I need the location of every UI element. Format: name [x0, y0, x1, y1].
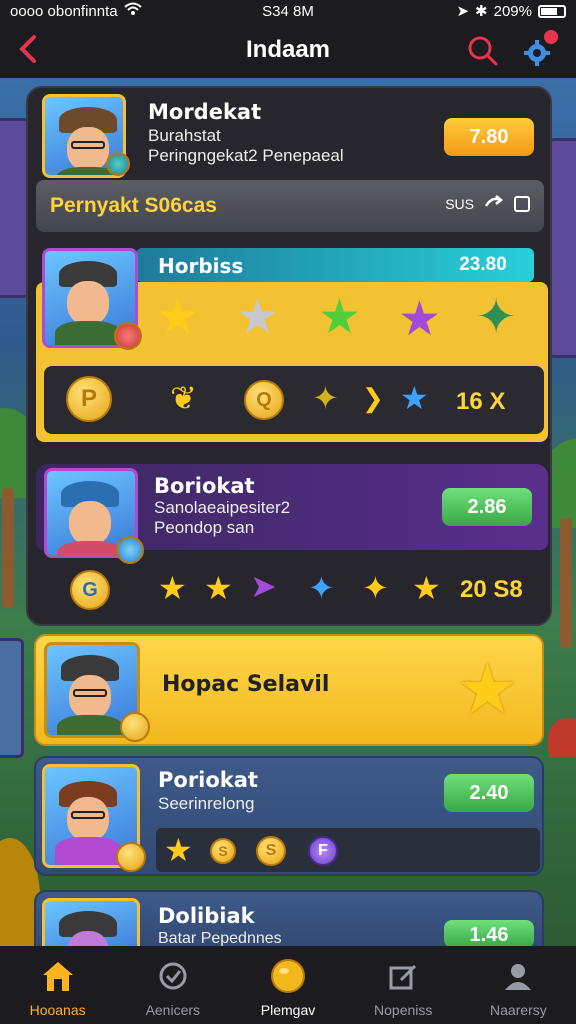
- edit-icon: [385, 958, 421, 994]
- item-subtitle: Sanolaeaipesiter2: [154, 498, 291, 517]
- item-count: 16 X: [456, 388, 506, 415]
- search-button[interactable]: [466, 34, 500, 68]
- buy-button[interactable]: 2.86: [442, 488, 532, 526]
- list-item[interactable]: Hopac Selavil ★: [34, 634, 544, 746]
- item-count: 20 S8: [460, 576, 523, 603]
- item-name: Boriokat: [154, 474, 255, 498]
- item-subtitle: Batar Pepednnes: [158, 930, 282, 946]
- purple-star-icon: ★: [398, 293, 442, 346]
- gold-star-icon: ★: [204, 570, 233, 606]
- creature-icon: ✦: [476, 291, 517, 344]
- item-subtitle: Burahstat: [148, 126, 221, 145]
- purple-arrow-icon: ➤: [250, 568, 277, 604]
- item-description: Peringngekat2 Penepaeal: [148, 146, 344, 165]
- list-item[interactable]: Boriokat Sanolaeaipesiter2 Peondop san 2…: [36, 464, 548, 622]
- location-icon: ➤: [456, 3, 470, 20]
- item-name: Mordekat: [148, 100, 262, 124]
- price-label: 23.80: [459, 254, 507, 275]
- item-subtitle: Seerinrelong: [158, 794, 255, 813]
- leaf-icon: ❯: [362, 383, 384, 413]
- item-name: Horbiss: [158, 254, 244, 278]
- bluetooth-icon: ✱: [475, 3, 488, 20]
- gold-star-icon: ★: [164, 832, 193, 868]
- item-name: Hopac Selavil: [162, 672, 330, 697]
- nav-label: Nopeniss: [374, 1002, 433, 1018]
- nav-achievements[interactable]: Aenicers: [115, 946, 230, 1024]
- nav-notes[interactable]: Nopeniss: [346, 946, 461, 1024]
- nav-label: Hooanas: [29, 1002, 86, 1018]
- silver-star-icon: ★: [236, 291, 280, 344]
- page-title: Indaam: [245, 36, 331, 63]
- level-badge-icon: [106, 152, 130, 176]
- battery-icon: [538, 4, 566, 18]
- coin-icon: P: [66, 376, 112, 422]
- home-icon: [40, 958, 76, 994]
- list-item[interactable]: Dolibiak Batar Pepednnes 1.46: [34, 890, 544, 946]
- coin-icon: S: [210, 838, 236, 864]
- buy-button[interactable]: 7.80: [444, 118, 534, 156]
- battery-percent: 209%: [493, 2, 532, 20]
- status-bar: oooo obonfinnta S34 8M ➤ ✱ 209%: [0, 0, 576, 22]
- badge-icon: [155, 958, 191, 994]
- nav-label: Naarersy: [490, 1002, 547, 1018]
- gold-star-icon: ★: [412, 570, 441, 606]
- box-icon[interactable]: [514, 195, 530, 212]
- item-name: Poriokat: [158, 768, 258, 792]
- chevron-left-icon: [19, 35, 36, 63]
- buy-button[interactable]: 1.46: [444, 920, 534, 946]
- app-header: Indaam: [0, 22, 576, 78]
- buy-button[interactable]: 2.40: [444, 774, 534, 812]
- nav-label: Plemgav: [260, 1002, 316, 1018]
- coin-icon: Q: [244, 380, 284, 420]
- search-icon: [468, 36, 498, 66]
- gold-star-icon: ✦: [362, 570, 389, 606]
- avatar: [42, 898, 140, 946]
- section-bar[interactable]: Pernyakt S06cas SUS: [36, 180, 544, 232]
- nav-home[interactable]: Hooanas: [0, 946, 115, 1024]
- coin-icon: G: [70, 570, 110, 610]
- item-description: Peondop san: [154, 518, 255, 537]
- profile-icon: [500, 958, 536, 994]
- leaf-icon: ❦: [170, 380, 197, 416]
- section-label: Pernyakt S06cas: [50, 194, 217, 217]
- section-controls: SUS: [445, 194, 530, 213]
- nav-profile[interactable]: Naarersy: [461, 946, 576, 1024]
- nav-label: Aenicers: [145, 1002, 201, 1018]
- carrier-label: oooo obonfinnta: [10, 2, 118, 20]
- gold-star-icon: ★: [158, 570, 187, 606]
- list-item[interactable]: Poriokat Seerinrelong 2.40 ★ S S F: [34, 756, 544, 876]
- leaf-icon: ✦: [312, 380, 339, 416]
- gold-star-icon: ★: [456, 650, 519, 728]
- green-star-icon: ★: [318, 291, 362, 344]
- level-badge-icon: [114, 322, 142, 350]
- gold-star-icon: ★: [156, 291, 200, 344]
- blue-star-icon: ✦: [308, 570, 335, 606]
- blue-star-icon: ★: [400, 380, 429, 416]
- coin-icon: [270, 958, 306, 994]
- gem-icon: F: [308, 836, 338, 866]
- section-tag: SUS: [445, 195, 474, 212]
- nav-play[interactable]: Plemgav: [230, 946, 345, 1024]
- list-item[interactable]: Horbiss 23.80 ★ ★ ★ ★ ✦ P ❦ Q ✦ ❯ ★ 16 X: [36, 244, 548, 450]
- settings-button[interactable]: [522, 30, 558, 68]
- coin-icon: S: [256, 836, 286, 866]
- item-name: Dolibiak: [158, 904, 255, 928]
- level-badge-icon: [116, 842, 146, 872]
- notification-badge: [544, 30, 558, 44]
- item-panel: Mordekat Burahstat Peringngekat2 Penepae…: [26, 86, 552, 626]
- bottom-navigation: Hooanas Aenicers Plemgav Nopeniss Naarer…: [0, 946, 576, 1024]
- level-badge-icon: [116, 536, 144, 564]
- back-button[interactable]: [14, 32, 50, 68]
- wifi-icon: [123, 2, 142, 20]
- list-item[interactable]: Mordekat Burahstat Peringngekat2 Penepae…: [36, 92, 544, 178]
- share-icon[interactable]: [484, 194, 504, 213]
- level-badge-icon: [120, 712, 150, 742]
